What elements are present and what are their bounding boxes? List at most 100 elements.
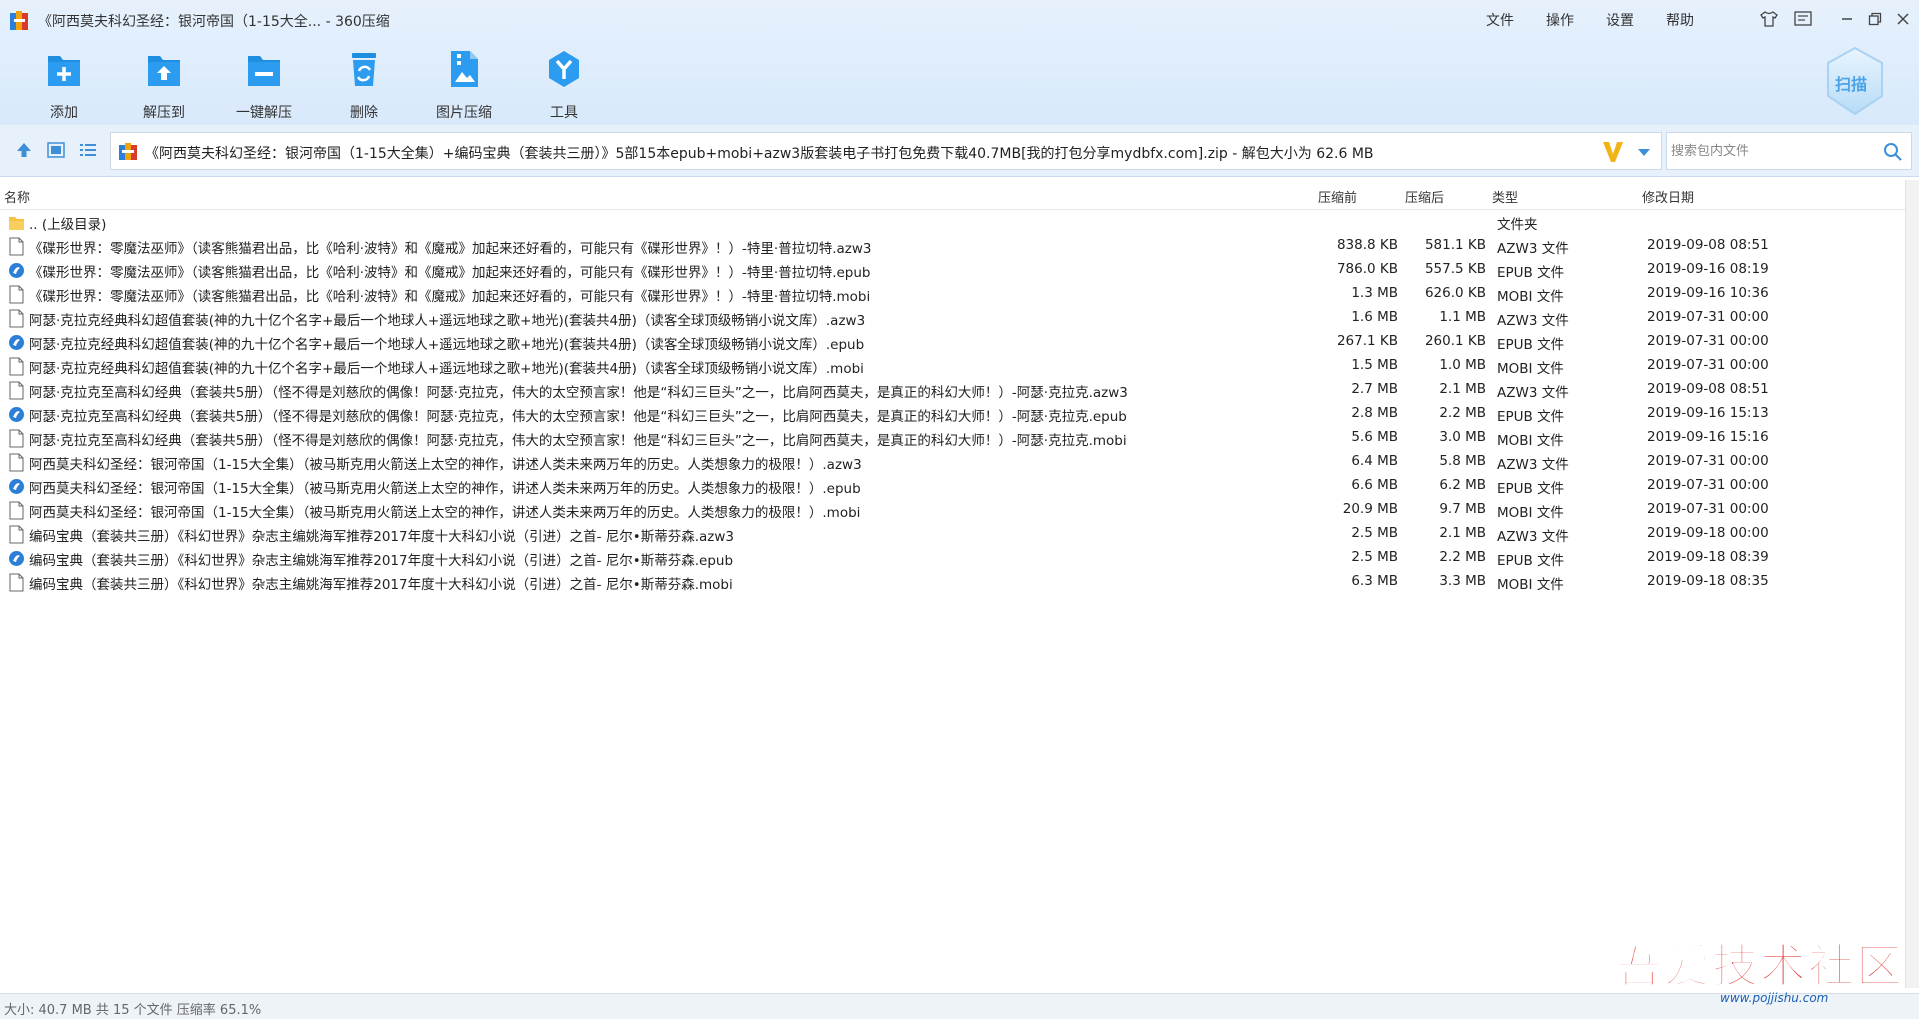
one-click-extract-button[interactable]: 一键解压 bbox=[224, 48, 304, 121]
parent-directory-row[interactable]: .. (上级目录) 文件夹 bbox=[0, 210, 1905, 234]
column-packed[interactable]: 压缩前 bbox=[1318, 187, 1357, 206]
arrow-up-icon bbox=[17, 143, 31, 157]
feedback-button[interactable] bbox=[1792, 8, 1814, 30]
menu-file[interactable]: 文件 bbox=[1486, 10, 1514, 30]
column-modified[interactable]: 修改日期 bbox=[1642, 187, 1694, 206]
file-row[interactable]: 阿西莫夫科幻圣经：银河帝国（1-15大全集）（被马斯克用火箭送上太空的神作，讲述… bbox=[0, 474, 1905, 498]
file-row[interactable]: 编码宝典（套装共三册）《科幻世界》杂志主编姚海军推荐2017年度十大科幻小说（引… bbox=[0, 570, 1905, 594]
file-name: 阿西莫夫科幻圣经：银河帝国（1-15大全集）（被马斯克用火箭送上太空的神作，讲述… bbox=[29, 457, 862, 473]
add-button[interactable]: 添加 bbox=[24, 48, 104, 121]
shirt-icon bbox=[1760, 11, 1778, 27]
message-icon bbox=[1794, 11, 1812, 26]
maximize-button[interactable] bbox=[1864, 8, 1886, 30]
file-type: AZW3 文件 bbox=[1497, 241, 1569, 257]
file-row[interactable]: 阿瑟·克拉克至高科幻经典（套装共5册）（怪不得是刘慈欣的偶像！阿瑟·克拉克，伟大… bbox=[0, 402, 1905, 426]
watermark-url: www.pojjishu.com bbox=[1720, 991, 1828, 1005]
file-compressed-size: 3.0 MB bbox=[1439, 429, 1486, 445]
verified-v-icon[interactable] bbox=[1601, 138, 1625, 164]
scan-button[interactable]: 扫描 bbox=[1824, 46, 1886, 116]
menu-settings[interactable]: 设置 bbox=[1606, 10, 1634, 30]
delete-button[interactable]: 删除 bbox=[324, 48, 404, 121]
search-icon[interactable] bbox=[1883, 142, 1903, 162]
file-name: 阿西莫夫科幻圣经：银河帝国（1-15大全集）（被马斯克用火箭送上太空的神作，讲述… bbox=[29, 481, 861, 497]
scan-label: 扫描 bbox=[1835, 75, 1868, 94]
chevron-down-icon[interactable] bbox=[1635, 143, 1653, 161]
file-modified-date: 2019-07-31 00:00 bbox=[1647, 477, 1769, 493]
file-row[interactable]: 阿瑟·克拉克至高科幻经典（套装共5册）（怪不得是刘慈欣的偶像！阿瑟·克拉克，伟大… bbox=[0, 378, 1905, 402]
file-row[interactable]: 阿瑟·克拉克经典科幻超值套装(神的九十亿个名字+最后一个地球人+遥远地球之歌+地… bbox=[0, 330, 1905, 354]
file-type: AZW3 文件 bbox=[1497, 457, 1569, 473]
document-file-icon bbox=[9, 357, 24, 376]
file-compressed-size: 2.1 MB bbox=[1439, 525, 1486, 541]
close-button[interactable] bbox=[1892, 8, 1914, 30]
menu-operation[interactable]: 操作 bbox=[1546, 10, 1574, 30]
file-row[interactable]: 阿瑟·克拉克经典科幻超值套装(神的九十亿个名字+最后一个地球人+遥远地球之歌+地… bbox=[0, 306, 1905, 330]
delete-label: 删除 bbox=[350, 105, 378, 121]
epub-file-icon bbox=[9, 551, 24, 566]
file-row[interactable]: 阿瑟·克拉克至高科幻经典（套装共5册）（怪不得是刘慈欣的偶像！阿瑟·克拉克，伟大… bbox=[0, 426, 1905, 450]
document-file-icon bbox=[9, 381, 24, 400]
file-name: 《碟形世界：零魔法巫师》（读客熊猫君出品，比《哈利·波特》和《魔戒》加起来还好看… bbox=[29, 265, 871, 281]
file-row[interactable]: 《碟形世界：零魔法巫师》（读客熊猫君出品，比《哈利·波特》和《魔戒》加起来还好看… bbox=[0, 282, 1905, 306]
app-logo-icon bbox=[10, 11, 28, 30]
archive-path: 《阿西莫夫科幻圣经：银河帝国（1-15大全集）+编码宝典（套装共三册）》5部15… bbox=[145, 146, 1374, 162]
file-compressed-size: 260.1 KB bbox=[1424, 333, 1486, 349]
file-modified-date: 2019-09-08 08:51 bbox=[1647, 381, 1769, 397]
epub-file-icon bbox=[9, 479, 24, 494]
file-modified-date: 2019-09-18 00:00 bbox=[1647, 525, 1769, 541]
skin-button[interactable] bbox=[1758, 8, 1780, 30]
extract-to-button[interactable]: 解压到 bbox=[124, 48, 204, 121]
file-type: EPUB 文件 bbox=[1497, 553, 1565, 569]
document-file-icon bbox=[9, 501, 24, 520]
column-size[interactable]: 压缩后 bbox=[1405, 187, 1444, 206]
epub-file-icon bbox=[9, 335, 24, 350]
file-modified-date: 2019-09-08 08:51 bbox=[1647, 237, 1769, 253]
add-file-icon bbox=[48, 56, 80, 86]
one-click-extract-icon bbox=[248, 56, 280, 86]
file-row[interactable]: 阿西莫夫科幻圣经：银河帝国（1-15大全集）（被马斯克用火箭送上太空的神作，讲述… bbox=[0, 498, 1905, 522]
column-type[interactable]: 类型 bbox=[1492, 187, 1518, 206]
path-field[interactable]: 《阿西莫夫科幻圣经：银河帝国（1-15大全集）+编码宝典（套装共三册）》5部15… bbox=[110, 132, 1662, 170]
document-file-icon bbox=[9, 453, 24, 472]
one-click-extract-label: 一键解压 bbox=[236, 105, 292, 121]
search-input[interactable] bbox=[1671, 140, 1871, 162]
archive-icon bbox=[119, 143, 137, 160]
document-file-icon bbox=[9, 285, 24, 304]
column-name[interactable]: 名称 bbox=[4, 187, 30, 206]
file-type: MOBI 文件 bbox=[1497, 289, 1564, 305]
watermark-logo: 吾爱技术社区 www.pojjishu.com bbox=[1615, 938, 1903, 1005]
list-view-icon bbox=[80, 144, 96, 156]
file-modified-date: 2019-09-16 15:16 bbox=[1647, 429, 1769, 445]
list-header: 名称 压缩前 压缩后 类型 修改日期 bbox=[0, 180, 1905, 210]
file-compressed-size: 3.3 MB bbox=[1439, 573, 1486, 589]
file-row[interactable]: 编码宝典（套装共三册）《科幻世界》杂志主编姚海军推荐2017年度十大科幻小说（引… bbox=[0, 522, 1905, 546]
file-row[interactable]: 《碟形世界：零魔法巫师》（读客熊猫君出品，比《哈利·波特》和《魔戒》加起来还好看… bbox=[0, 234, 1905, 258]
file-row[interactable]: 阿西莫夫科幻圣经：银河帝国（1-15大全集）（被马斯克用火箭送上太空的神作，讲述… bbox=[0, 450, 1905, 474]
extract-to-icon bbox=[148, 56, 180, 86]
status-text: 大小: 40.7 MB 共 15 个文件 压缩率 65.1% bbox=[4, 1003, 262, 1018]
file-type: MOBI 文件 bbox=[1497, 577, 1564, 593]
restore-icon bbox=[1868, 12, 1882, 26]
file-list: .. (上级目录) 文件夹 《碟形世界：零魔法巫师》（读客熊猫君出品，比《哈利·波特… bbox=[0, 210, 1905, 594]
file-compressed-size: 9.7 MB bbox=[1439, 501, 1486, 517]
list-view-button[interactable] bbox=[76, 139, 100, 161]
file-row[interactable]: 阿瑟·克拉克经典科幻超值套装(神的九十亿个名字+最后一个地球人+遥远地球之歌+地… bbox=[0, 354, 1905, 378]
vertical-scrollbar[interactable] bbox=[1905, 180, 1919, 988]
close-icon bbox=[1897, 13, 1909, 25]
thumbnail-view-button[interactable] bbox=[44, 139, 68, 161]
document-file-icon bbox=[9, 573, 24, 592]
file-compressed-size: 1.1 MB bbox=[1439, 309, 1486, 325]
file-row[interactable]: 《碟形世界：零魔法巫师》（读客熊猫君出品，比《哈利·波特》和《魔戒》加起来还好看… bbox=[0, 258, 1905, 282]
file-name: 编码宝典（套装共三册）《科幻世界》杂志主编姚海军推荐2017年度十大科幻小说（引… bbox=[29, 553, 734, 569]
file-name: 编码宝典（套装共三册）《科幻世界》杂志主编姚海军推荐2017年度十大科幻小说（引… bbox=[29, 529, 735, 545]
menu-help[interactable]: 帮助 bbox=[1666, 10, 1694, 30]
image-compress-button[interactable]: 图片压缩 bbox=[424, 48, 504, 121]
file-name: 阿西莫夫科幻圣经：银河帝国（1-15大全集）（被马斯克用火箭送上太空的神作，讲述… bbox=[29, 505, 861, 521]
minimize-button[interactable] bbox=[1836, 8, 1858, 30]
file-name: 阿瑟·克拉克经典科幻超值套装(神的九十亿个名字+最后一个地球人+遥远地球之歌+地… bbox=[29, 313, 866, 329]
up-level-button[interactable] bbox=[12, 139, 36, 161]
tools-button[interactable]: 工具 bbox=[524, 48, 604, 121]
tools-label: 工具 bbox=[550, 105, 578, 121]
file-row[interactable]: 编码宝典（套装共三册）《科幻世界》杂志主编姚海军推荐2017年度十大科幻小说（引… bbox=[0, 546, 1905, 570]
file-name: .. (上级目录) bbox=[29, 217, 107, 233]
